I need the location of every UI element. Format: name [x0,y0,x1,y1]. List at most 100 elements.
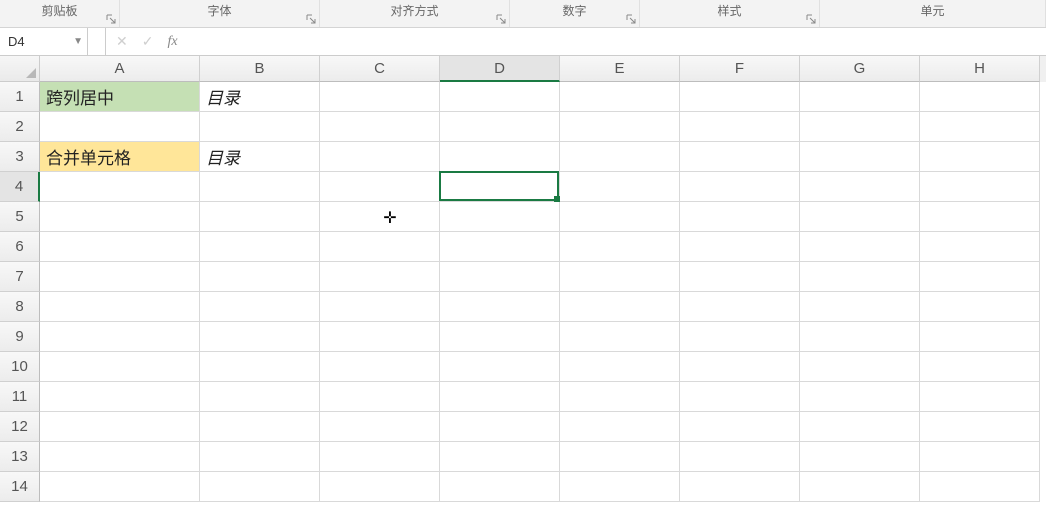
cell[interactable] [680,472,800,502]
cell[interactable] [200,232,320,262]
cell[interactable] [320,322,440,352]
cell[interactable] [800,82,920,112]
cell[interactable]: 目录 [200,82,320,112]
cell[interactable] [680,262,800,292]
cell[interactable] [200,442,320,472]
cell[interactable] [320,112,440,142]
cell[interactable] [320,82,440,112]
column-header[interactable]: E [560,56,680,82]
cell[interactable] [40,112,200,142]
cell[interactable] [920,262,1040,292]
cell[interactable] [680,142,800,172]
cell[interactable] [560,172,680,202]
cell[interactable] [680,412,800,442]
cell[interactable] [920,412,1040,442]
cell[interactable] [560,352,680,382]
cell[interactable] [40,322,200,352]
cell[interactable] [440,112,560,142]
cell[interactable] [440,442,560,472]
cell[interactable] [920,232,1040,262]
row-header[interactable]: 10 [0,352,40,382]
cell[interactable] [920,352,1040,382]
cell[interactable] [40,382,200,412]
cell[interactable] [800,232,920,262]
cell[interactable] [440,382,560,412]
cell[interactable] [320,472,440,502]
row-header[interactable]: 12 [0,412,40,442]
row-header[interactable]: 4 [0,172,40,202]
cell[interactable] [560,412,680,442]
formula-input[interactable] [188,28,1046,55]
cell[interactable] [320,412,440,442]
cell[interactable] [680,382,800,412]
cell[interactable] [680,352,800,382]
chevron-down-icon[interactable]: ▼ [73,36,83,47]
row-header[interactable]: 5 [0,202,40,232]
cell[interactable] [680,202,800,232]
cell[interactable] [440,82,560,112]
dialog-launcher-icon[interactable] [805,13,817,25]
cell[interactable] [560,382,680,412]
row-header[interactable]: 7 [0,262,40,292]
row-header[interactable]: 13 [0,442,40,472]
cell[interactable] [440,232,560,262]
cell[interactable] [560,262,680,292]
column-header[interactable]: C [320,56,440,82]
cell[interactable] [200,412,320,442]
dialog-launcher-icon[interactable] [625,13,637,25]
dialog-launcher-icon[interactable] [495,13,507,25]
column-header[interactable]: A [40,56,200,82]
cell[interactable] [320,232,440,262]
column-header[interactable]: H [920,56,1040,82]
cell[interactable] [40,442,200,472]
cell[interactable] [440,172,560,202]
cell[interactable] [680,322,800,352]
cell[interactable] [680,112,800,142]
cell[interactable] [440,262,560,292]
cell[interactable] [920,382,1040,412]
cell[interactable] [40,352,200,382]
cell[interactable] [440,472,560,502]
cell[interactable] [680,172,800,202]
dialog-launcher-icon[interactable] [105,13,117,25]
cell[interactable] [560,82,680,112]
cell[interactable] [680,442,800,472]
column-header[interactable]: D [440,56,560,82]
dialog-launcher-icon[interactable] [305,13,317,25]
cell[interactable] [920,442,1040,472]
cell[interactable] [200,472,320,502]
cell[interactable] [800,142,920,172]
cell[interactable] [800,442,920,472]
column-header[interactable]: F [680,56,800,82]
row-header[interactable]: 6 [0,232,40,262]
cell[interactable] [40,412,200,442]
cell[interactable] [560,142,680,172]
cell[interactable] [200,112,320,142]
cell[interactable] [440,292,560,322]
row-header[interactable]: 8 [0,292,40,322]
cell[interactable]: 合并单元格 [40,142,200,172]
select-all-corner[interactable] [0,56,40,82]
cell[interactable] [440,322,560,352]
cell[interactable] [800,352,920,382]
cell[interactable] [200,382,320,412]
cell[interactable] [920,292,1040,322]
column-header[interactable]: G [800,56,920,82]
cell[interactable] [800,292,920,322]
cell[interactable] [560,232,680,262]
cell[interactable] [680,82,800,112]
cell[interactable] [560,202,680,232]
row-header[interactable]: 3 [0,142,40,172]
cell[interactable] [320,292,440,322]
cell[interactable] [200,172,320,202]
cell[interactable] [40,472,200,502]
cell[interactable] [440,202,560,232]
cell[interactable] [920,82,1040,112]
cell[interactable] [800,472,920,502]
cell[interactable]: 跨列居中 [40,82,200,112]
cell[interactable] [200,202,320,232]
cell[interactable]: 目录 [200,142,320,172]
cell[interactable] [920,202,1040,232]
row-header[interactable]: 1 [0,82,40,112]
cell[interactable] [40,232,200,262]
